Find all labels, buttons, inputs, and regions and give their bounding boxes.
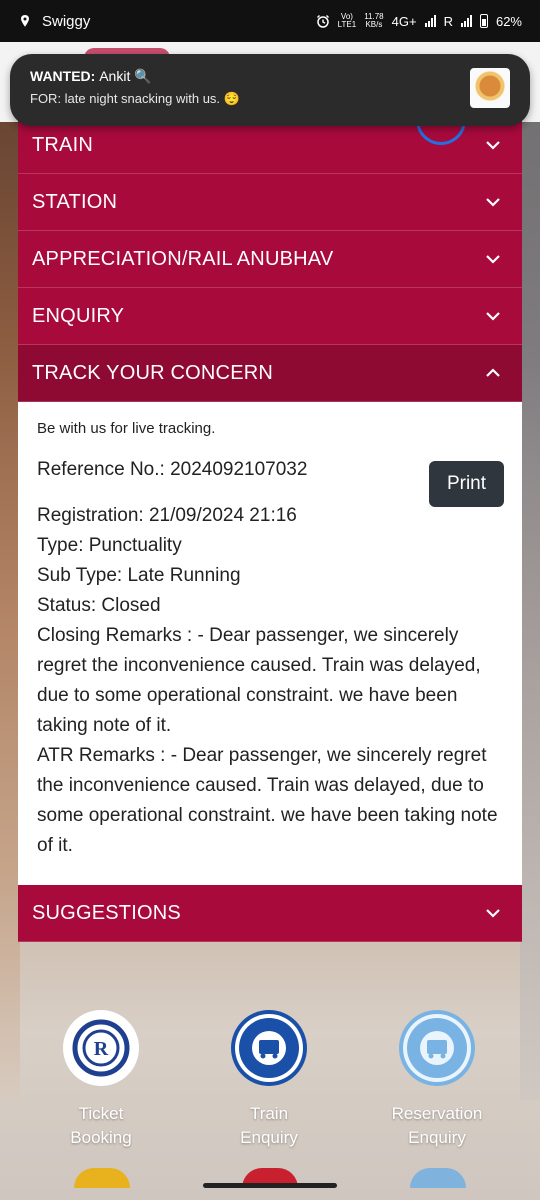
chevron-down-icon	[484, 250, 502, 268]
accordion-suggestions[interactable]: SUGGESTIONS	[18, 885, 522, 942]
grievance-accordion: TRAIN STATION APPRECIATION/RAIL ANUBHAV …	[18, 107, 522, 942]
chevron-down-icon	[484, 904, 502, 922]
live-tracking-text: Be with us for live tracking.	[37, 420, 216, 437]
alarm-icon	[316, 14, 330, 28]
next-row-icon-peek	[410, 1168, 466, 1188]
accordion-track-concern[interactable]: TRACK YOUR CONCERN	[18, 345, 522, 402]
train-enquiry-label: Train Enquiry	[240, 1104, 298, 1147]
chevron-down-icon	[484, 307, 502, 325]
notification-card[interactable]: WANTED: Ankit 🔍 FOR: late night snacking…	[10, 54, 530, 126]
signal-icon	[424, 15, 436, 27]
type-text: Type: Punctuality	[37, 535, 182, 556]
signal-icon-2	[460, 15, 472, 27]
status-text: Status: Closed	[37, 595, 161, 616]
quick-links: R Ticket Booking Train Enquiry Reservati…	[0, 1010, 540, 1150]
svg-text:R: R	[94, 1038, 109, 1060]
irctc-logo-icon: R	[63, 1010, 139, 1086]
indian-railways-emblem-icon	[399, 1010, 475, 1086]
accordion-station[interactable]: STATION	[18, 174, 522, 231]
background-blur-right	[520, 40, 540, 1100]
closing-remarks: Closing Remarks : - Dear passenger, we s…	[37, 625, 481, 736]
concern-details: Be with us for live tracking. Reference …	[18, 402, 522, 885]
accordion-appreciation[interactable]: APPRECIATION/RAIL ANUBHAV	[18, 231, 522, 288]
next-row-icon-peek	[74, 1168, 130, 1188]
battery-percent: 62%	[495, 13, 522, 29]
volte-indicator: Vo) LTE1	[337, 12, 357, 29]
atr-remarks: ATR Remarks : - Dear passenger, we since…	[37, 745, 498, 856]
sub-type-text: Sub Type: Late Running	[37, 565, 241, 586]
train-enquiry-link[interactable]: Train Enquiry	[194, 1010, 344, 1150]
notification-body: FOR: late night snacking with us. 😌	[30, 91, 240, 106]
accordion-enquiry[interactable]: ENQUIRY	[18, 288, 522, 345]
network-speed: 11.78 KB/s	[364, 12, 384, 29]
gesture-nav-handle[interactable]	[203, 1183, 337, 1188]
status-app-name: Swiggy	[42, 12, 91, 30]
food-thumbnail	[470, 68, 510, 108]
swiggy-icon	[18, 14, 32, 28]
reservation-enquiry-label: Reservation Enquiry	[391, 1104, 483, 1147]
background-blur-left	[0, 40, 20, 1100]
battery-icon	[479, 14, 488, 28]
reservation-enquiry-link[interactable]: Reservation Enquiry	[362, 1010, 512, 1150]
roaming-indicator: R	[443, 13, 453, 29]
ticket-booking-label: Ticket Booking	[70, 1104, 132, 1147]
chevron-down-icon	[484, 136, 502, 154]
print-button[interactable]: Print	[429, 461, 504, 507]
status-bar: Swiggy Vo) LTE1 11.78 KB/s 4G+ R 62%	[0, 0, 540, 42]
chevron-down-icon	[484, 193, 502, 211]
network-type: 4G+	[391, 13, 417, 29]
chevron-up-icon	[484, 364, 502, 382]
notification-title: WANTED: Ankit 🔍	[30, 68, 152, 84]
ticket-booking-link[interactable]: R Ticket Booking	[26, 1010, 176, 1150]
indian-railways-emblem-icon	[231, 1010, 307, 1086]
